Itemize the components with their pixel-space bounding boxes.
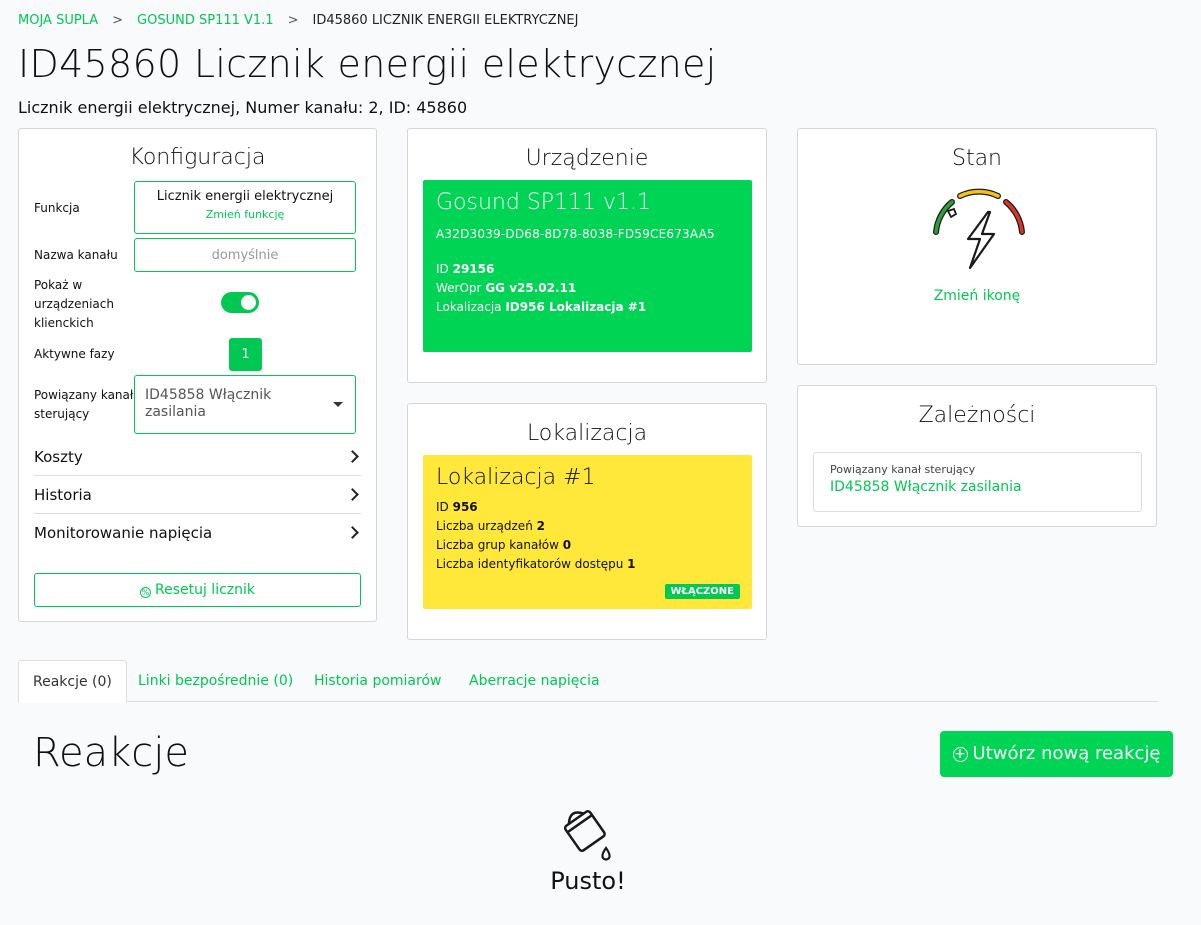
device-location-label: Lokalizacja bbox=[436, 300, 502, 314]
device-location-line: Lokalizacja ID956 Lokalizacja #1 bbox=[436, 298, 739, 317]
device-firmware-label: WerOpr bbox=[436, 281, 482, 295]
location-devices-value: 2 bbox=[536, 519, 545, 533]
device-title: Urządzenie bbox=[525, 146, 649, 171]
related-channel-label: Powiązany kanał sterujący bbox=[34, 388, 134, 421]
device-card: Urządzenie Gosund SP111 v1.1 A32D3039-DD… bbox=[407, 128, 767, 383]
create-reaction-label: Utwórz nową reakcję bbox=[972, 743, 1161, 764]
reactions-title: Reakcje bbox=[33, 730, 189, 776]
toggle-knob bbox=[241, 295, 256, 310]
location-access-line: Liczba identyfikatorów dostępu 1 bbox=[436, 555, 739, 574]
device-firmware-line: WerOpr GG v25.02.11 bbox=[436, 279, 739, 298]
plus-circle-icon: + bbox=[952, 746, 968, 762]
device-info-tile[interactable]: Gosund SP111 v1.1 A32D3039-DD68-8D78-803… bbox=[423, 180, 752, 352]
dependency-link[interactable]: ID45858 Włącznik zasilania bbox=[830, 479, 1125, 495]
location-devices-line: Liczba urządzeń 2 bbox=[436, 517, 739, 536]
chevron-right-icon bbox=[346, 488, 359, 501]
location-devices-label: Liczba urządzeń bbox=[436, 519, 533, 533]
change-icon-link[interactable]: Zmień ikonę bbox=[798, 288, 1156, 304]
function-box[interactable]: Licznik energii elektrycznej Zmień funkc… bbox=[134, 181, 356, 234]
accordion-history[interactable]: Historia bbox=[34, 476, 361, 514]
accordion-voltage-label: Monitorowanie napięcia bbox=[34, 524, 213, 542]
phase-1-button[interactable]: 1 bbox=[229, 338, 262, 371]
empty-state-text: Pusto! bbox=[550, 867, 626, 895]
device-guid: A32D3039-DD68-8D78-8038-FD59CE673AA5 bbox=[436, 227, 715, 241]
location-info-tile[interactable]: Lokalizacja #1 ID 956 Liczba urządzeń 2 … bbox=[423, 455, 752, 609]
page-subtitle: Licznik energii elektrycznej, Numer kana… bbox=[18, 98, 468, 117]
device-firmware-value: GG v25.02.11 bbox=[485, 281, 577, 295]
reset-icon: % bbox=[139, 587, 151, 598]
location-access-label: Liczba identyfikatorów dostępu bbox=[436, 557, 624, 571]
breadcrumb-device[interactable]: GOSUND SP111 V1.1 bbox=[137, 13, 274, 28]
location-id-label: ID bbox=[436, 500, 449, 514]
location-groups-line: Liczba grup kanałów 0 bbox=[436, 536, 739, 555]
dependencies-title: Zależności bbox=[918, 403, 1036, 428]
state-title: Stan bbox=[951, 146, 1002, 171]
state-card: Stan Zmień ikonę bbox=[797, 128, 1157, 365]
device-name: Gosund SP111 v1.1 bbox=[436, 190, 652, 215]
function-label: Funkcja bbox=[34, 201, 80, 215]
location-groups-value: 0 bbox=[562, 538, 572, 552]
page-title: ID45860 Licznik energii elektrycznej bbox=[18, 42, 717, 86]
dependency-label: Powiązany kanał sterujący bbox=[830, 463, 976, 476]
accordion-voltage-monitoring[interactable]: Monitorowanie napięcia bbox=[34, 514, 361, 552]
breadcrumb: MOJA SUPLA > GOSUND SP111 V1.1 > ID45860… bbox=[18, 13, 578, 28]
accordion-costs-label: Koszty bbox=[34, 448, 83, 466]
location-access-value: 1 bbox=[627, 557, 636, 571]
accordion-costs[interactable]: Koszty bbox=[34, 438, 361, 476]
create-reaction-button[interactable]: + Utwórz nową reakcję bbox=[940, 731, 1173, 777]
tab-voltage-aberrations[interactable]: Aberracje napięcia bbox=[469, 660, 600, 702]
status-badge: WŁĄCZONE bbox=[664, 584, 740, 599]
location-name: Lokalizacja #1 bbox=[436, 465, 596, 490]
tab-bar: Reakcje (0) Linki bezpośrednie (0) Histo… bbox=[18, 660, 1158, 703]
device-id-label: ID bbox=[436, 262, 449, 276]
location-id-line: ID 956 bbox=[436, 498, 739, 517]
function-value: Licznik energii elektrycznej bbox=[156, 189, 334, 204]
channel-name-label: Nazwa kanału bbox=[34, 248, 118, 262]
accordion-history-label: Historia bbox=[34, 486, 92, 504]
tab-reactions[interactable]: Reakcje (0) bbox=[18, 660, 127, 703]
device-id-value: 29156 bbox=[452, 262, 495, 276]
chevron-down-icon bbox=[333, 402, 343, 407]
dependency-item: Powiązany kanał sterujący ID45858 Włączn… bbox=[813, 452, 1142, 512]
tab-measurement-history[interactable]: Historia pomiarów bbox=[314, 660, 441, 702]
tab-direct-links[interactable]: Linki bezpośrednie (0) bbox=[138, 660, 293, 702]
reset-counter-label: Resetuj licznik bbox=[154, 582, 256, 598]
related-channel-value: ID45858 Włącznik zasilania bbox=[145, 387, 272, 420]
empty-bucket-icon bbox=[563, 810, 611, 861]
show-on-clients-toggle[interactable] bbox=[221, 292, 259, 313]
chevron-right-icon bbox=[346, 526, 359, 539]
device-location-value: ID956 Lokalizacja #1 bbox=[505, 300, 647, 314]
breadcrumb-separator: > bbox=[287, 13, 299, 28]
location-id-value: 956 bbox=[452, 500, 478, 514]
change-function-link[interactable]: Zmień funkcję bbox=[135, 208, 355, 221]
chevron-right-icon bbox=[346, 450, 359, 463]
channel-name-input[interactable]: domyślnie bbox=[134, 238, 356, 272]
related-channel-select[interactable]: ID45858 Włącznik zasilania bbox=[134, 375, 356, 434]
device-id-line: ID 29156 bbox=[436, 260, 739, 279]
location-card: Lokalizacja Lokalizacja #1 ID 956 Liczba… bbox=[407, 403, 767, 640]
electricity-meter-gauge-icon[interactable] bbox=[928, 184, 1028, 274]
configuration-title: Konfiguracja bbox=[129, 145, 266, 170]
breadcrumb-home[interactable]: MOJA SUPLA bbox=[18, 13, 98, 28]
breadcrumb-separator: > bbox=[112, 13, 124, 28]
show-on-clients-label: Pokaż w urządzeniach klienckich bbox=[34, 278, 114, 330]
configuration-card: Konfiguracja Funkcja Licznik energii ele… bbox=[18, 128, 377, 622]
location-title: Lokalizacja bbox=[526, 421, 648, 446]
active-phases-label: Aktywne fazy bbox=[34, 347, 115, 361]
reset-counter-button[interactable]: % Resetuj licznik bbox=[34, 573, 361, 607]
dependencies-card: Zależności Powiązany kanał sterujący ID4… bbox=[797, 385, 1157, 527]
breadcrumb-current: ID45860 LICZNIK ENERGII ELEKTRYCZNEJ bbox=[312, 13, 579, 28]
location-groups-label: Liczba grup kanałów bbox=[436, 538, 559, 552]
